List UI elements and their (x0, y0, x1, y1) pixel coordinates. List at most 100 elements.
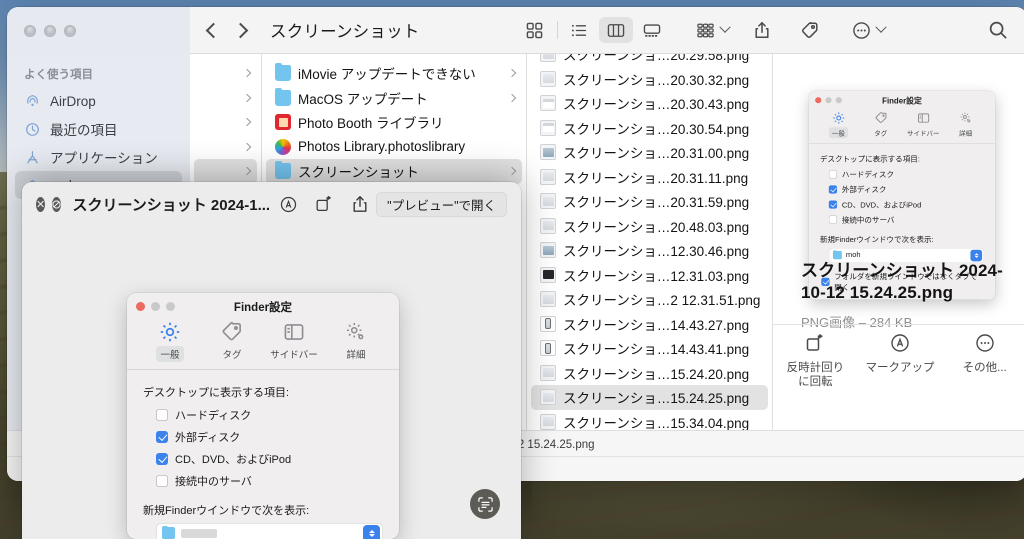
table-row[interactable]: スクリーンショ…14.43.41.png (531, 336, 768, 361)
table-row[interactable]: スクリーンショ…20.29.58.png (531, 54, 768, 67)
file-name: スクリーンショ…20.30.54.png (563, 121, 750, 137)
sidebar-item-airdrop[interactable]: AirDrop (15, 87, 182, 115)
file-name: スクリーンショ…15.24.25.png (563, 391, 750, 407)
sidebar-item-label-recents: 最近の項目 (50, 123, 118, 138)
traffic-lights[interactable] (24, 24, 76, 37)
table-row[interactable]: スクリーンショ…20.31.11.png (531, 165, 768, 190)
thumb-tab-label: 詳細 (959, 129, 973, 138)
checkbox-label-servers: 接続中のサーバ (175, 475, 252, 488)
ellipsis-circle-icon[interactable] (847, 17, 877, 43)
table-row[interactable]: スクリーンショ…15.34.04.png (531, 410, 768, 430)
markup-action[interactable]: マークアップ (858, 332, 943, 390)
list-item[interactable] (194, 135, 257, 160)
checkbox-label: 接続中のサーバ (841, 215, 895, 225)
list-item-selected[interactable] (194, 159, 257, 184)
list-item[interactable] (194, 110, 257, 135)
file-name: スクリーンショ…20.30.43.png (563, 97, 750, 113)
thumb-tab-label: サイドバー (906, 129, 940, 138)
thumb-tab-tags: タグ (864, 110, 897, 138)
more-actions-control[interactable] (847, 17, 887, 43)
checkbox-row-servers[interactable]: 接続中のサーバ (156, 473, 383, 489)
table-row[interactable]: スクリーンショ…2 12.31.51.png (531, 287, 768, 312)
list-view-button[interactable] (563, 17, 597, 43)
sidebar-item-recents[interactable]: 最近の項目 (15, 115, 182, 143)
chevron-right-icon[interactable] (232, 22, 249, 38)
rotate-ccw-action[interactable]: 反時計回り に回転 (773, 332, 858, 390)
sidebar-item-applications[interactable]: アプリケーション (15, 143, 182, 171)
icon-view-button[interactable] (518, 17, 552, 43)
dialog-min-dot[interactable] (151, 302, 160, 311)
folder-icon (275, 161, 291, 180)
zoom-button[interactable] (64, 24, 76, 37)
minimize-button[interactable] (44, 24, 56, 37)
share-icon[interactable] (747, 17, 777, 43)
share-icon[interactable] (350, 190, 370, 218)
table-row[interactable]: スクリーンショ…12.30.46.png (531, 238, 768, 263)
chevron-down-icon-more[interactable] (875, 21, 887, 33)
chevron-down-icon[interactable] (719, 21, 731, 33)
group-icon[interactable] (691, 17, 721, 43)
dialog-tab-sidebar[interactable]: サイドバー (270, 321, 318, 362)
group-by-control[interactable] (691, 17, 731, 43)
table-row[interactable]: スクリーンショ…20.48.03.png (531, 214, 768, 239)
screenshot-thumb-icon (540, 364, 556, 381)
chevron-left-icon[interactable] (205, 22, 222, 38)
close-icon[interactable]: ✕ (36, 196, 46, 212)
live-text-icon[interactable] (470, 489, 500, 519)
search-icon[interactable] (983, 17, 1013, 43)
checkbox-row-externaldisk[interactable]: 外部ディスク (156, 429, 383, 445)
markup-label: マークアップ (865, 362, 935, 374)
fullscreen-icon[interactable] (52, 196, 62, 212)
list-item[interactable] (194, 86, 257, 111)
preview-file-kind-size: PNG画像 – 284 KB (801, 315, 913, 330)
dialog-close-dot[interactable] (136, 302, 145, 311)
finder-toolbar: スクリーンショット (190, 7, 1024, 54)
gear-icon (159, 321, 181, 343)
checkbox-cddvd[interactable] (156, 452, 168, 465)
screenshot-thumb-icon (540, 291, 556, 308)
table-row[interactable]: スクリーンショ…20.31.00.png (531, 140, 768, 165)
screenshot-thumb-icon (540, 217, 556, 234)
table-row[interactable]: スクリーンショ…20.31.59.png (531, 189, 768, 214)
markup-icon[interactable] (279, 190, 299, 218)
dialog-tab-general[interactable]: 一般 (146, 321, 194, 362)
thumb-checkbox-row: 接続中のサーバ (828, 214, 984, 225)
list-item-selected[interactable]: スクリーンショット (266, 159, 522, 184)
list-item[interactable]: Photos Library.photoslibrary (266, 135, 522, 160)
checkbox-row-harddisk[interactable]: ハードディスク (156, 407, 383, 423)
list-item[interactable]: Photo Booth ライブラリ (266, 110, 522, 135)
file-name: スクリーンショ…20.31.11.png (563, 170, 749, 186)
checkbox-harddisk[interactable] (156, 408, 168, 421)
checkbox (828, 215, 838, 224)
open-in-preview-button[interactable]: "プレビュー"で開く (376, 191, 508, 217)
table-row[interactable]: スクリーンショ…12.31.03.png (531, 263, 768, 288)
list-item[interactable]: iMovie アップデートできない (266, 61, 522, 86)
table-row[interactable]: スクリーンショ…20.30.54.png (531, 116, 768, 141)
table-row[interactable]: スクリーンショ…20.30.32.png (531, 67, 768, 92)
close-button[interactable] (24, 24, 36, 37)
dialog-tab-advanced[interactable]: 詳細 (332, 321, 380, 362)
new-window-popup-button[interactable] (156, 522, 383, 539)
preview-thumbnail-image: Finder設定 一般 タグ サイドバー 詳細 デスクトップに表示する項目: ハ… (809, 91, 996, 300)
gallery-view-button[interactable] (635, 17, 669, 43)
stepper-icon[interactable] (363, 524, 380, 539)
list-item[interactable] (194, 61, 257, 86)
preview-actions: 反時計回り に回転 マークアップ その他... (773, 332, 1024, 390)
checkbox-row-cddvd[interactable]: CD、DVD、およびiPod (156, 451, 383, 467)
table-row-selected[interactable]: スクリーンショ…15.24.25.png (531, 385, 768, 410)
dialog-tab-tags[interactable]: タグ (208, 321, 256, 362)
screenshot-thumb-icon (540, 54, 556, 63)
rotate-ccw-icon[interactable] (314, 190, 334, 218)
list-item[interactable]: MacOS アップデート (266, 86, 522, 111)
checkbox-externaldisk[interactable] (156, 430, 168, 443)
sidebar-item-label-applications: アプリケーション (50, 151, 158, 166)
table-row[interactable]: スクリーンショ…14.43.27.png (531, 312, 768, 337)
tag-icon[interactable] (795, 17, 825, 43)
column-view-button[interactable] (598, 17, 633, 43)
table-row[interactable]: スクリーンショ…15.24.20.png (531, 361, 768, 386)
titlebar-sidebar-area (7, 7, 190, 54)
more-action[interactable]: その他... (942, 332, 1024, 390)
table-row[interactable]: スクリーンショ…20.30.43.png (531, 91, 768, 116)
dialog-zoom-dot[interactable] (166, 302, 175, 311)
checkbox-servers[interactable] (156, 474, 168, 487)
